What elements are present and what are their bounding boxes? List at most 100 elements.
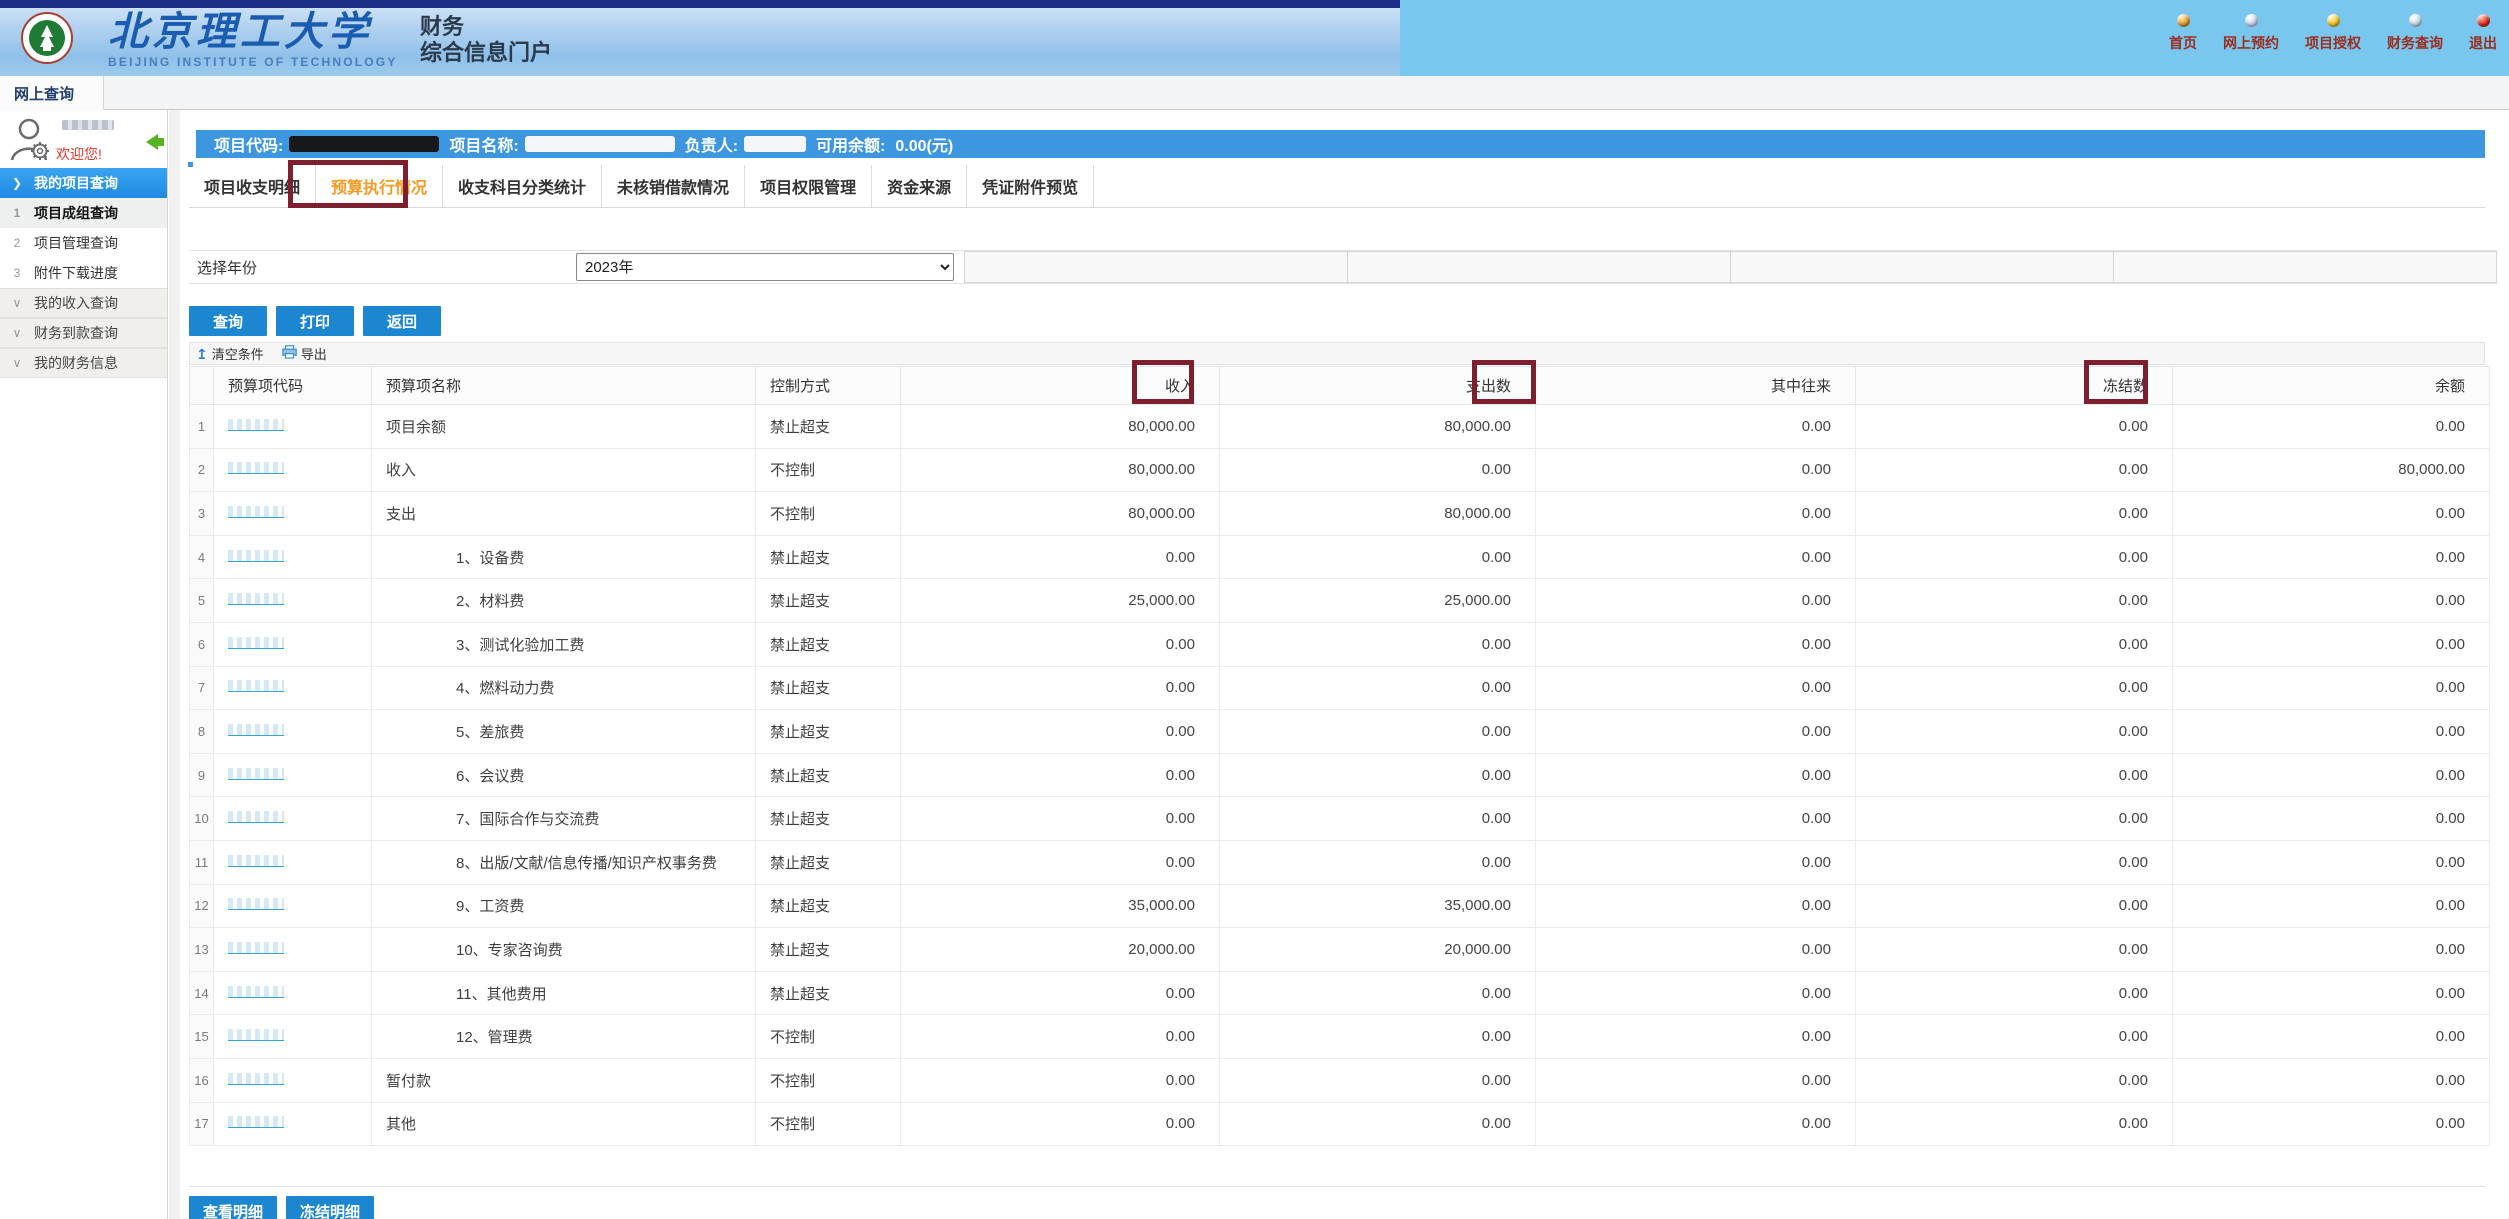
budget-code-link-redacted[interactable] xyxy=(228,855,284,867)
sidebar-splitter[interactable] xyxy=(169,110,180,1219)
cell-income: 0.00 xyxy=(901,971,1220,1015)
cell-income: 0.00 xyxy=(901,797,1220,841)
cell-expense: 80,000.00 xyxy=(1220,492,1536,536)
cell-budget-name: 支出 xyxy=(372,492,756,536)
sidebar-item-label: 附件下载进度 xyxy=(34,263,118,283)
cell-expense: 80,000.00 xyxy=(1220,405,1536,449)
sidebar-item-icon: 1 xyxy=(0,206,34,220)
sidebar-item-icon: ∨ xyxy=(0,296,34,310)
portal-title-line1: 财务 xyxy=(420,14,552,40)
cell-transfer: 0.00 xyxy=(1536,797,1856,841)
cell-income: 0.00 xyxy=(901,535,1220,579)
cell-expense: 25,000.00 xyxy=(1220,579,1536,623)
sidebar-item[interactable]: 2 项目管理查询 xyxy=(0,228,167,258)
sidebar-item[interactable]: 3 附件下载进度 xyxy=(0,258,167,288)
table-row: 5 2、材料费 禁止超支 25,000.00 25,000.00 0.00 0.… xyxy=(190,579,2490,623)
table-row: 12 9、工资费 禁止超支 35,000.00 35,000.00 0.00 0… xyxy=(190,884,2490,928)
cell-rownum: 8 xyxy=(190,710,214,754)
sidebar-item[interactable]: 1 项目成组查询 xyxy=(0,198,167,228)
top-nav-item[interactable]: 项目授权 xyxy=(2305,14,2361,53)
budget-code-link-redacted[interactable] xyxy=(228,1116,284,1128)
cell-control-mode: 不控制 xyxy=(756,1058,901,1102)
budget-code-link-redacted[interactable] xyxy=(228,724,284,736)
budget-code-link-redacted[interactable] xyxy=(228,419,284,431)
cell-income: 0.00 xyxy=(901,1102,1220,1146)
top-nav-item[interactable]: 退出 xyxy=(2469,14,2497,53)
sidebar-item-label: 我的项目查询 xyxy=(34,173,118,193)
cell-transfer: 0.00 xyxy=(1536,492,1856,536)
budget-code-link-redacted[interactable] xyxy=(228,550,284,562)
cell-control-mode: 禁止超支 xyxy=(756,710,901,754)
cell-control-mode: 禁止超支 xyxy=(756,797,901,841)
detail-tab[interactable]: 凭证附件预览 xyxy=(967,165,1094,207)
annotation-box-budget-tab xyxy=(288,160,408,208)
filter-empty-cell xyxy=(965,252,1348,282)
top-nav-item[interactable]: 网上预约 xyxy=(2223,14,2279,53)
cell-rownum: 12 xyxy=(190,884,214,928)
col-rownum xyxy=(190,367,214,405)
budget-code-link-redacted[interactable] xyxy=(228,506,284,518)
cell-expense: 0.00 xyxy=(1220,753,1536,797)
sidebar-item-label: 我的财务信息 xyxy=(34,353,118,373)
budget-code-link-redacted[interactable] xyxy=(228,942,284,954)
cell-rownum: 2 xyxy=(190,448,214,492)
cell-budget-code xyxy=(214,884,372,928)
query-button[interactable]: 查询 xyxy=(189,306,267,336)
action-buttons: 查询 打印 返回 xyxy=(189,306,441,336)
cell-control-mode: 禁止超支 xyxy=(756,579,901,623)
top-nav: 首页 网上预约 项目授权 财务查询 退出 xyxy=(2169,14,2497,53)
available-balance-value: 0.00(元) xyxy=(895,132,953,156)
cell-budget-name: 2、材料费 xyxy=(372,579,756,623)
university-logo-icon xyxy=(20,11,74,65)
view-detail-button[interactable]: 查看明细 xyxy=(189,1196,277,1219)
cell-budget-code xyxy=(214,971,372,1015)
cell-frozen: 0.00 xyxy=(1856,753,2173,797)
cell-frozen: 0.00 xyxy=(1856,971,2173,1015)
back-button[interactable]: 返回 xyxy=(363,306,441,336)
filter-row: 选择年份 2023年 xyxy=(189,250,2497,284)
sidebar-item[interactable]: ∨ 我的收入查询 xyxy=(0,288,167,318)
budget-code-link-redacted[interactable] xyxy=(228,811,284,823)
table-row: 2 收入 不控制 80,000.00 0.00 0.00 0.00 80,000… xyxy=(190,448,2490,492)
top-nav-item[interactable]: 财务查询 xyxy=(2387,14,2443,53)
year-label: 选择年份 xyxy=(189,257,576,278)
col-budget-code: 预算项代码 xyxy=(214,367,372,405)
budget-code-link-redacted[interactable] xyxy=(228,898,284,910)
budget-code-link-redacted[interactable] xyxy=(228,462,284,474)
top-nav-item[interactable]: 首页 xyxy=(2169,14,2197,53)
budget-code-link-redacted[interactable] xyxy=(228,637,284,649)
detail-tab[interactable]: 未核销借款情况 xyxy=(602,165,745,207)
frozen-detail-button[interactable]: 冻结明细 xyxy=(286,1196,374,1219)
year-select[interactable]: 2023年 xyxy=(576,253,954,281)
budget-code-link-redacted[interactable] xyxy=(228,1073,284,1085)
cell-expense: 20,000.00 xyxy=(1220,928,1536,972)
cell-frozen: 0.00 xyxy=(1856,405,2173,449)
detail-tab[interactable]: 收支科目分类统计 xyxy=(443,165,602,207)
export-link[interactable]: 导出 xyxy=(282,344,327,363)
tab-online-query[interactable]: 网上查询 xyxy=(0,76,104,110)
print-button[interactable]: 打印 xyxy=(276,306,354,336)
budget-code-link-redacted[interactable] xyxy=(228,768,284,780)
table-row: 8 5、差旅费 禁止超支 0.00 0.00 0.00 0.00 0.00 xyxy=(190,710,2490,754)
budget-code-link-redacted[interactable] xyxy=(228,593,284,605)
budget-code-link-redacted[interactable] xyxy=(228,986,284,998)
top-nav-label: 首页 xyxy=(2169,33,2197,53)
sidebar-item[interactable]: ∨ 财务到款查询 xyxy=(0,318,167,348)
cell-rownum: 6 xyxy=(190,622,214,666)
sidebar-item-icon: 2 xyxy=(0,236,34,250)
detail-tab[interactable]: 项目权限管理 xyxy=(745,165,872,207)
top-nav-label: 退出 xyxy=(2469,33,2497,53)
cell-balance: 0.00 xyxy=(2173,622,2490,666)
budget-code-link-redacted[interactable] xyxy=(228,680,284,692)
sidebar-collapse-arrow-icon[interactable] xyxy=(146,134,166,150)
budget-code-link-redacted[interactable] xyxy=(228,1029,284,1041)
detail-tab[interactable]: 资金来源 xyxy=(872,165,967,207)
nav-ball-icon xyxy=(2245,14,2258,27)
user-gear-icon xyxy=(8,116,54,169)
cell-transfer: 0.00 xyxy=(1536,448,1856,492)
sidebar-item[interactable]: ∨ 我的财务信息 xyxy=(0,348,167,378)
cell-balance: 0.00 xyxy=(2173,753,2490,797)
clear-conditions-link[interactable]: ↥ 清空条件 xyxy=(196,344,264,363)
sidebar-item[interactable]: ❯ 我的项目查询 xyxy=(0,168,167,198)
cell-transfer: 0.00 xyxy=(1536,1102,1856,1146)
